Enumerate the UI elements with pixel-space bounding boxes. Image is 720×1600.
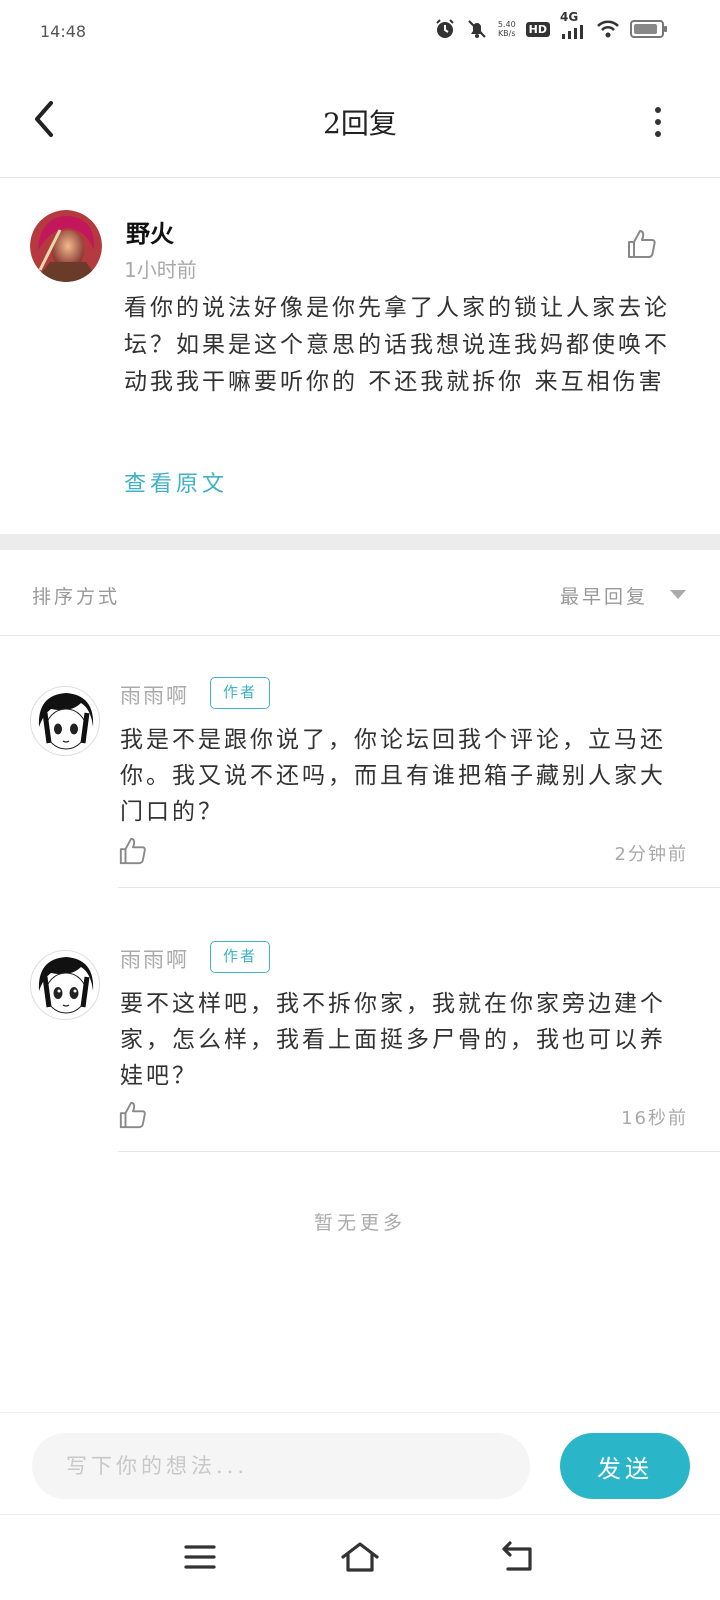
system-nav-bar bbox=[0, 1514, 720, 1600]
like-button[interactable] bbox=[118, 1100, 148, 1130]
reply-item: 雨雨啊 作者 我是不是跟你说了，你论坛回我个评论，立马还你。我又说不还吗，而且有… bbox=[0, 636, 720, 888]
reply-text: 要不这样吧，我不拆你家，我就在你家旁边建个家，怎么样，我看上面挺多尸骨的，我也可… bbox=[120, 991, 666, 1089]
status-icons: 5.40 KB/s HD 4G bbox=[434, 10, 667, 40]
reply-time: 16秒前 bbox=[621, 1108, 688, 1129]
back-nav-button[interactable] bbox=[494, 1533, 542, 1581]
thumbs-up-icon bbox=[119, 837, 146, 865]
top-bar: 2回复 bbox=[0, 64, 720, 178]
alarm-icon bbox=[434, 18, 456, 40]
more-dot-icon bbox=[655, 107, 661, 113]
avatar[interactable] bbox=[30, 950, 100, 1020]
thumbs-up-icon bbox=[119, 1101, 146, 1129]
net-speed: 5.40 KB/s bbox=[498, 20, 516, 38]
author-badge: 作者 bbox=[210, 677, 270, 709]
reply-time: 2分钟前 bbox=[614, 844, 688, 865]
net-speed-unit: KB/s bbox=[497, 29, 516, 38]
wifi-icon bbox=[596, 19, 620, 39]
section-divider bbox=[0, 534, 720, 550]
more-dot-icon bbox=[655, 119, 661, 125]
chevron-down-icon[interactable] bbox=[670, 590, 686, 599]
comment-author[interactable]: 野火 bbox=[126, 214, 174, 249]
signal-icon: 4G bbox=[560, 10, 586, 40]
return-icon bbox=[502, 1541, 532, 1571]
sort-dropdown[interactable]: 最早回复 bbox=[560, 582, 648, 609]
net-speed-value: 5.40 bbox=[497, 20, 516, 29]
home-button[interactable] bbox=[336, 1533, 384, 1581]
battery-level bbox=[634, 24, 657, 34]
comment-time: 1小时前 bbox=[124, 258, 197, 282]
avatar[interactable] bbox=[30, 686, 100, 756]
hd-icon: HD bbox=[525, 21, 550, 37]
sort-bar: 排序方式 最早回复 bbox=[0, 550, 720, 636]
reply-text: 我是不是跟你说了，你论坛回我个评论，立马还你。我又说不还吗，而且有谁把箱子藏别人… bbox=[120, 727, 666, 825]
menu-icon bbox=[184, 1545, 216, 1569]
author-badge: 作者 bbox=[210, 941, 270, 973]
sort-label: 排序方式 bbox=[32, 586, 121, 608]
home-icon bbox=[341, 1542, 379, 1572]
thumbs-up-icon bbox=[628, 230, 656, 258]
original-comment: 野火 1小时前 看你的说法好像是你先拿了人家的锁让人家去论坛？如果是这个意思的话… bbox=[0, 178, 720, 534]
avatar[interactable] bbox=[30, 210, 102, 282]
divider bbox=[118, 1151, 720, 1152]
send-button[interactable]: 发送 bbox=[560, 1433, 690, 1499]
like-button[interactable] bbox=[626, 228, 658, 260]
reply-author[interactable]: 雨雨啊 bbox=[120, 944, 189, 974]
no-more-label: 暂无更多 bbox=[313, 1212, 406, 1234]
battery-icon bbox=[630, 20, 667, 38]
menu-button[interactable] bbox=[176, 1533, 224, 1581]
divider bbox=[118, 887, 720, 888]
view-original-link[interactable]: 查看原文 bbox=[124, 466, 228, 498]
comment-input-bar: 发送 bbox=[0, 1412, 720, 1512]
status-bar: 14:48 5.40 KB/s HD 4G bbox=[0, 0, 720, 64]
comment-input[interactable] bbox=[32, 1433, 530, 1499]
bell-muted-icon bbox=[466, 18, 488, 40]
reply-author[interactable]: 雨雨啊 bbox=[120, 680, 189, 710]
network-type: 4G bbox=[560, 10, 579, 24]
status-time: 14:48 bbox=[40, 22, 87, 41]
reply-item: 雨雨啊 作者 要不这样吧，我不拆你家，我就在你家旁边建个家，怎么样，我看上面挺多… bbox=[0, 900, 720, 1152]
more-dot-icon bbox=[655, 131, 661, 137]
more-options-button[interactable] bbox=[640, 102, 676, 142]
like-button[interactable] bbox=[118, 836, 148, 866]
comment-text: 看你的说法好像是你先拿了人家的锁让人家去论坛？如果是这个意思的话我想说连我妈都使… bbox=[124, 295, 670, 395]
page-title: 2回复 bbox=[323, 107, 397, 140]
